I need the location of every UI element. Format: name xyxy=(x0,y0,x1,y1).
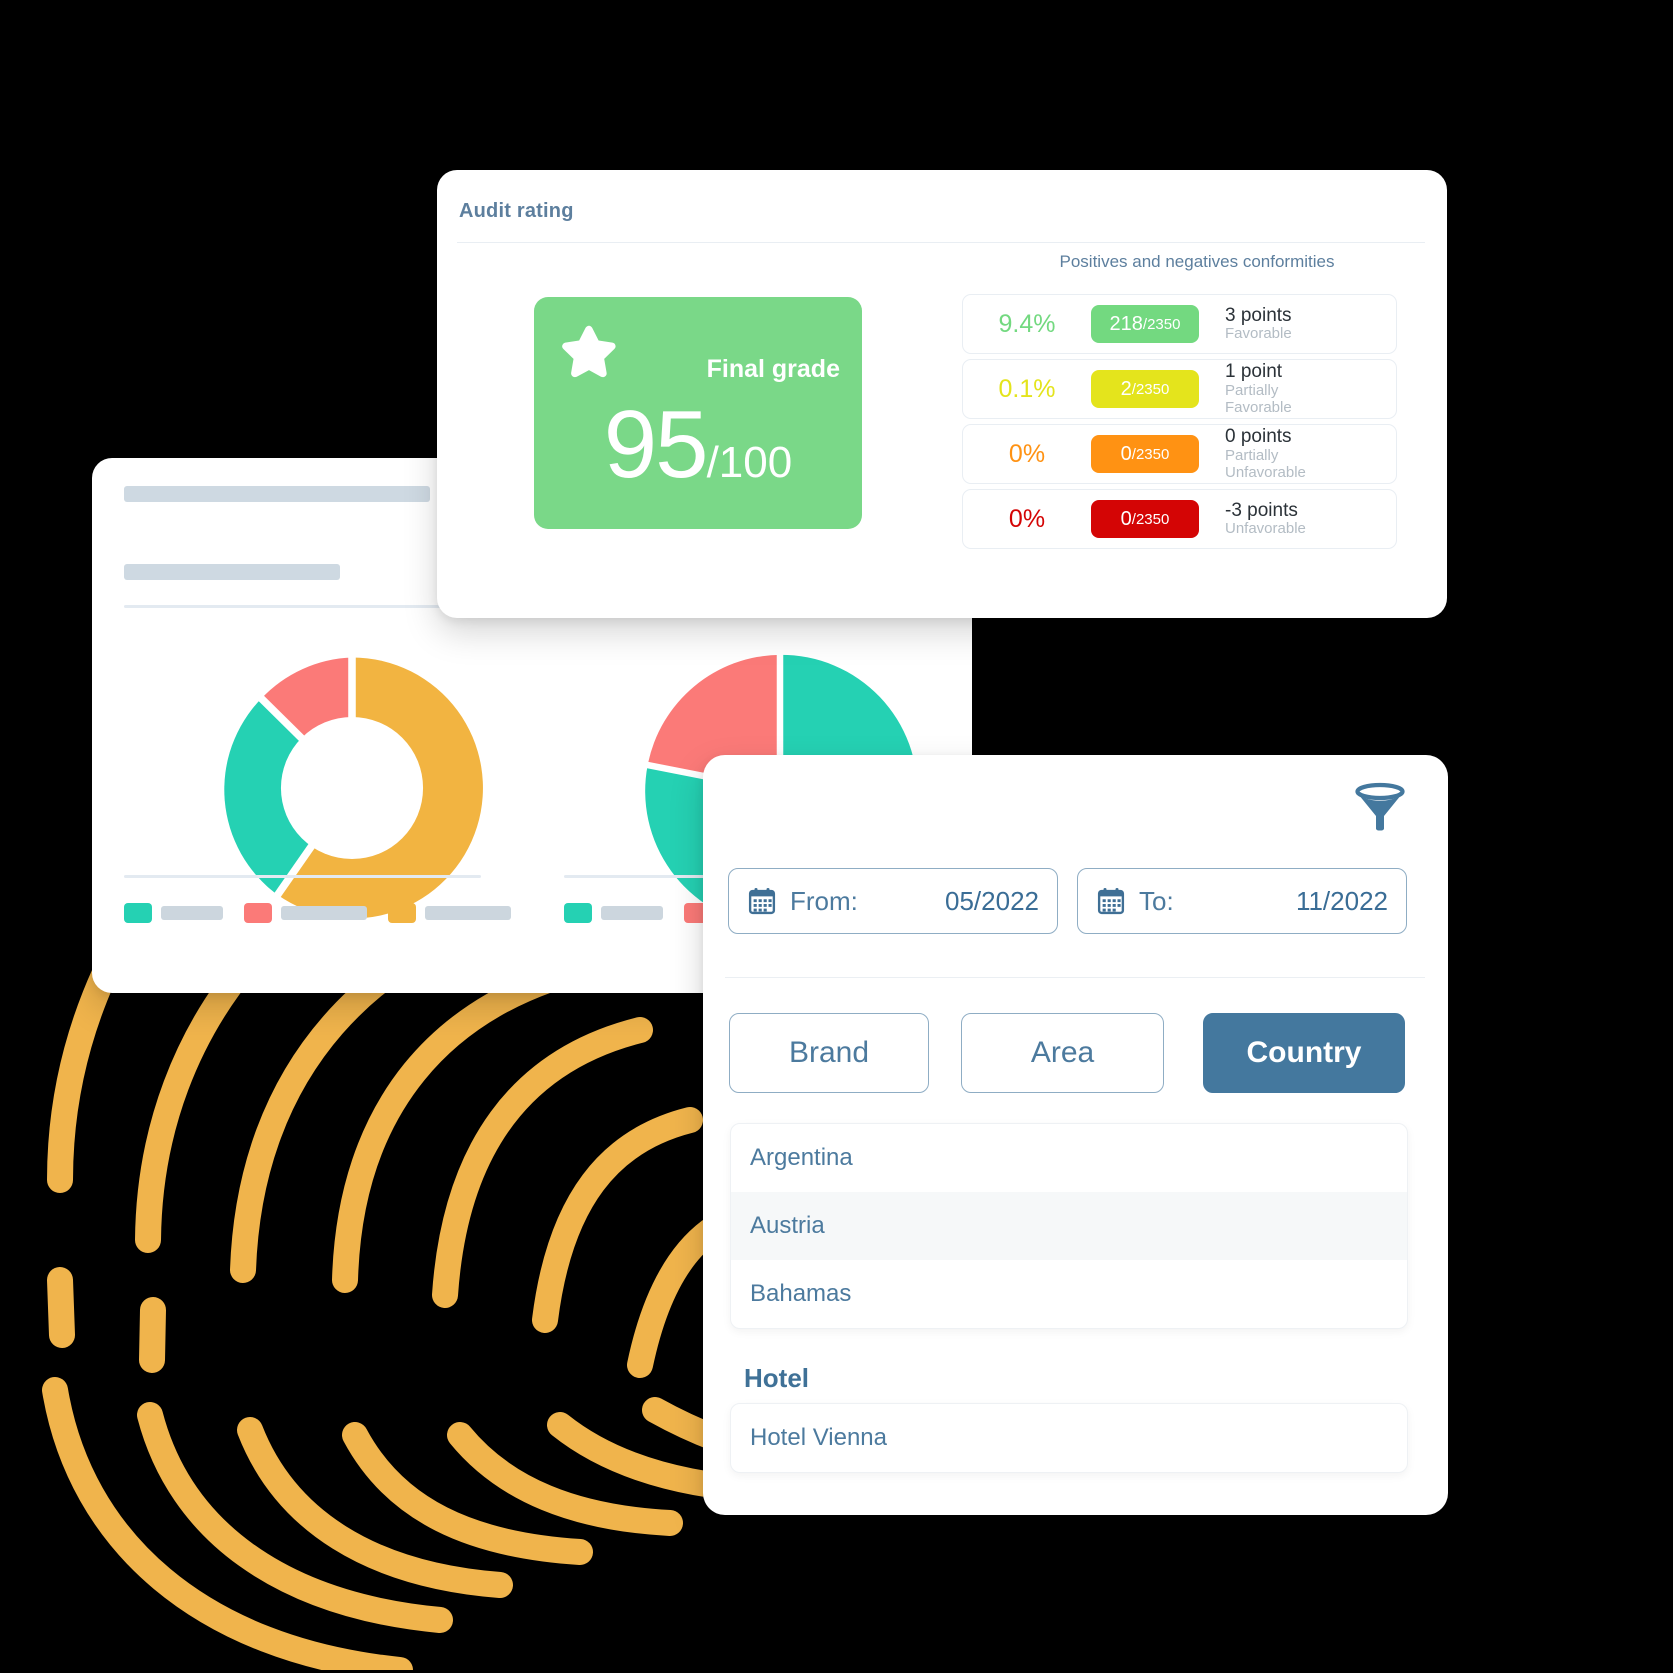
conformity-row[interactable]: 9.4% 218/2350 3 points Favorable xyxy=(962,294,1397,354)
date-to-field[interactable]: To: 11/2022 xyxy=(1077,868,1407,934)
final-grade-denominator: /100 xyxy=(706,438,793,487)
conformity-percent: 0% xyxy=(1008,439,1046,468)
title-placeholder-bar xyxy=(124,486,430,502)
conformity-points: 1 point xyxy=(1225,361,1283,383)
list-item[interactable]: Argentina xyxy=(731,1124,1407,1192)
audit-rating-title: Audit rating xyxy=(459,200,574,222)
conformity-points: -3 points xyxy=(1225,499,1298,521)
conformity-percent: 0.1% xyxy=(998,374,1056,403)
tab-brand[interactable]: Brand xyxy=(729,1013,929,1093)
audit-header-divider xyxy=(457,242,1425,243)
final-grade-value: 95/100 xyxy=(534,397,862,493)
audit-rating-card: Audit rating Positives and negatives con… xyxy=(437,170,1447,618)
list-item[interactable]: Austria xyxy=(731,1192,1407,1260)
conformity-percent: 9.4% xyxy=(998,309,1056,338)
final-grade-card: Final grade 95/100 xyxy=(534,297,862,529)
conformity-text: 1 point Partially Favorable xyxy=(1199,361,1292,416)
conformity-row[interactable]: 0% 0/2350 0 points Partially Unfavorable xyxy=(962,424,1397,484)
conformity-count-pill: 0/2350 xyxy=(1091,435,1199,473)
date-from-field[interactable]: From: 05/2022 xyxy=(728,868,1058,934)
conformity-percent: 0% xyxy=(1008,504,1046,533)
donut-chart-svg xyxy=(224,651,483,919)
conformity-row[interactable]: 0.1% 2/2350 1 point Partially Favorable xyxy=(962,359,1397,419)
legend-swatch-teal xyxy=(124,903,152,923)
legend-swatch-coral xyxy=(244,903,272,923)
conformity-count-pill: 218/2350 xyxy=(1091,305,1199,343)
legend-label-placeholder xyxy=(161,906,223,920)
conformity-count: 2 xyxy=(1120,377,1132,400)
legend-label-placeholder xyxy=(425,906,511,920)
legend-swatch-amber xyxy=(388,903,416,923)
conformity-count: 0 xyxy=(1120,507,1132,530)
final-grade-number: 95 xyxy=(603,391,709,498)
conformity-text: 3 points Favorable xyxy=(1199,305,1292,343)
filter-panel: From: 05/2022 To: 11/2022 Brand Area Cou… xyxy=(703,755,1448,1515)
conformity-text: 0 points Partially Unfavorable xyxy=(1199,426,1306,481)
subtitle-placeholder-bar xyxy=(124,564,340,580)
conformity-total: /2350 xyxy=(1131,510,1170,528)
hotel-section-label: Hotel xyxy=(744,1363,809,1393)
conformity-row[interactable]: 0% 0/2350 -3 points Unfavorable xyxy=(962,489,1397,549)
screenshot-root: Audit rating Positives and negatives con… xyxy=(0,0,1673,1673)
date-from-value: 05/2022 xyxy=(945,885,1039,916)
legend-label-placeholder xyxy=(281,906,367,920)
date-from-label: From: xyxy=(790,885,858,916)
tab-country[interactable]: Country xyxy=(1203,1013,1405,1093)
donut-chart-legend xyxy=(124,903,511,923)
legend-swatch-teal xyxy=(564,903,592,923)
date-to-label: To: xyxy=(1139,885,1174,916)
calendar-icon xyxy=(748,888,776,915)
conformity-count: 218 xyxy=(1109,312,1143,335)
conformity-count-pill: 0/2350 xyxy=(1091,500,1199,538)
conformity-points: 3 points xyxy=(1225,304,1292,326)
conformity-sublabel: Partially Favorable xyxy=(1225,381,1292,416)
hotel-list: Hotel Vienna xyxy=(730,1403,1408,1473)
star-icon xyxy=(562,325,616,378)
donut-chart xyxy=(207,643,497,933)
header-divider xyxy=(124,605,469,608)
donut-chart-divider xyxy=(124,875,481,878)
tab-area[interactable]: Area xyxy=(961,1013,1164,1093)
conformity-sublabel: Unfavorable xyxy=(1225,520,1306,538)
conformity-total: /2350 xyxy=(1131,380,1170,398)
conformity-count-pill: 2/2350 xyxy=(1091,370,1199,408)
conformity-total: /2350 xyxy=(1131,445,1170,463)
conformity-sublabel: Favorable xyxy=(1225,325,1292,343)
conformity-sublabel: Partially Unfavorable xyxy=(1225,446,1306,481)
legend-label-placeholder xyxy=(601,906,663,920)
final-grade-label: Final grade xyxy=(706,355,840,383)
filter-divider xyxy=(725,977,1425,978)
country-list: Argentina Austria Bahamas xyxy=(730,1123,1408,1329)
conformities-title: Positives and negatives conformities xyxy=(1059,252,1335,271)
list-item[interactable]: Bahamas xyxy=(731,1260,1407,1328)
funnel-filter-icon[interactable] xyxy=(1350,778,1410,838)
conformity-points: 0 points xyxy=(1225,426,1292,448)
conformity-count: 0 xyxy=(1120,442,1132,465)
conformities-list: 9.4% 218/2350 3 points Favorable 0.1% 2/… xyxy=(962,294,1397,554)
conformity-total: /2350 xyxy=(1142,315,1181,333)
conformity-text: -3 points Unfavorable xyxy=(1199,500,1306,538)
calendar-icon xyxy=(1097,888,1125,915)
date-to-value: 11/2022 xyxy=(1295,885,1388,916)
list-item[interactable]: Hotel Vienna xyxy=(731,1404,1407,1472)
